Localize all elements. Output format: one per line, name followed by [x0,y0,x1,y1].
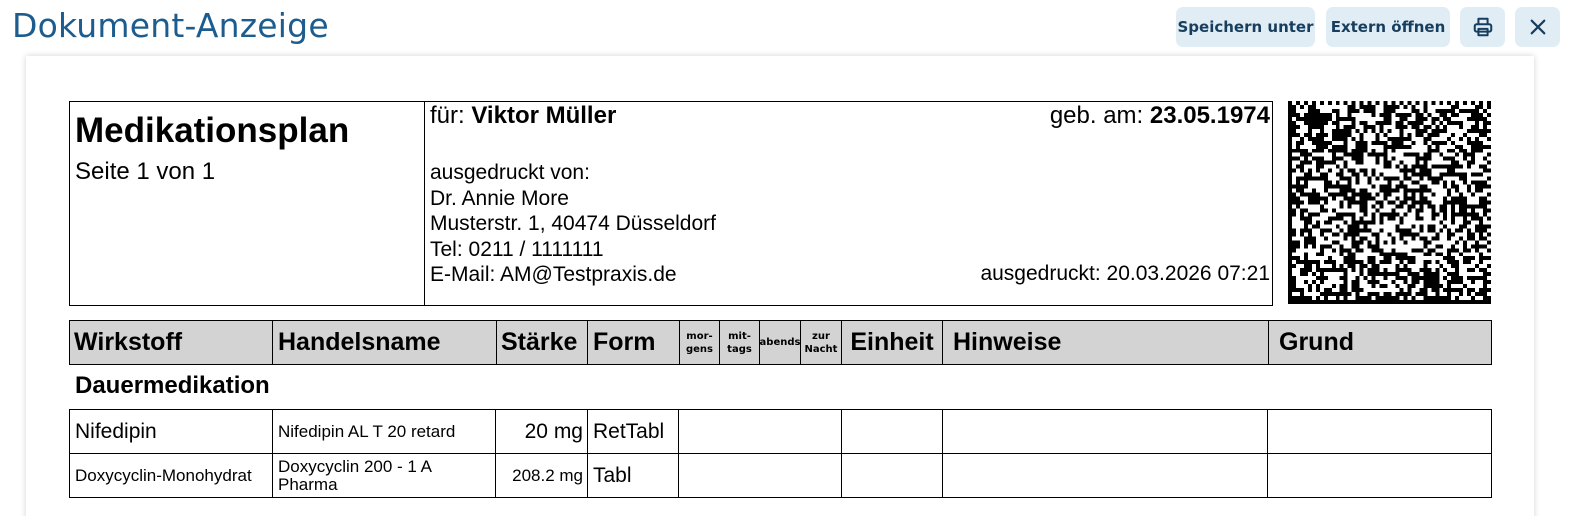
row1-staerke: 20 mg [524,420,583,443]
header-form: Form [587,320,679,365]
for-label: für: [430,102,465,129]
dob-value: 23.05.1974 [1149,102,1270,129]
patient-name: Viktor Müller [471,102,617,129]
datamatrix-code [1288,101,1491,304]
print-button[interactable] [1460,7,1505,47]
header-abends: abends [759,320,800,365]
row2-form: Tabl [593,464,632,487]
printed-by-label: ausgedruckt von: [430,161,590,184]
column-divider [678,409,679,498]
plan-title: Medikationsplan [75,111,350,150]
dob-label: geb. am: [1049,102,1144,129]
header-zur-nacht: zur Nacht [800,320,841,365]
header-morgens: mor- gens [679,320,719,365]
header-handelsname: Handelsname [272,320,496,365]
doctor-email: E-Mail: AM@Testpraxis.de [430,263,677,286]
row2-wirkstoff: Doxycyclin-Monohydrat [75,466,252,485]
row1-handelsname: Nifedipin AL T 20 retard [278,422,456,441]
row2-handelsname: Doxycyclin 200 - 1 A Pharma [278,457,432,494]
close-button[interactable] [1515,7,1560,47]
column-divider [1267,409,1268,498]
column-divider [942,409,943,498]
doctor-phone: Tel: 0211 / 1111111 [430,237,604,261]
document-viewer-header: Dokument-Anzeige Speichern unter Extern … [0,0,1580,56]
row2-staerke: 208.2 mg [512,466,583,485]
doctor-name: Dr. Annie More [430,186,569,210]
row1-wirkstoff: Nifedipin [75,420,157,443]
save-as-button[interactable]: Speichern unter [1176,7,1315,47]
page-title: Dokument-Anzeige [12,6,329,45]
header-mittags: mit- tags [719,320,759,365]
close-icon [1529,18,1547,36]
header-hinweise: Hinweise [942,320,1268,365]
patient-line: für: Viktor Müller [430,102,616,130]
column-divider [587,409,588,498]
issuer-block: ausgedruckt von: Dr. Annie More Musterst… [430,160,716,288]
row1-form: RetTabl [593,420,665,443]
column-divider [272,409,273,498]
header-grund: Grund [1268,320,1492,365]
dob-line: geb. am: 23.05.1974 [1050,102,1270,130]
printer-icon [1472,16,1494,38]
header-wirkstoff: Wirkstoff [74,328,183,356]
page-info: Seite 1 von 1 [75,158,216,185]
doctor-address: Musterstr. 1, 40474 Düsseldorf [430,212,716,235]
section-title: Dauermedikation [75,372,270,399]
printed-timestamp: ausgedruckt: 20.03.2026 07:21 [980,262,1270,285]
header-staerke: Stärke [496,320,587,365]
column-divider [841,409,842,498]
open-external-button[interactable]: Extern öffnen [1326,7,1450,47]
header-einheit: Einheit [841,320,942,365]
